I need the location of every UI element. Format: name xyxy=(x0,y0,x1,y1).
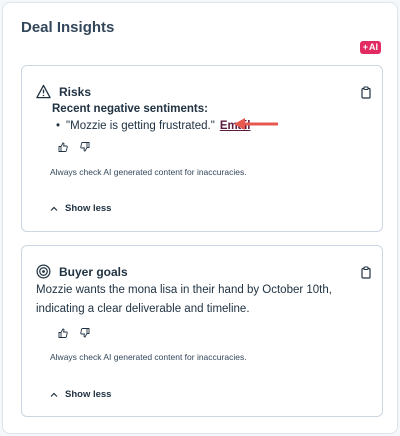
show-less-label: Show less xyxy=(65,389,112,400)
copy-icon[interactable] xyxy=(360,86,372,99)
thumbs-up-icon[interactable] xyxy=(58,142,68,152)
ai-badge[interactable]: +AI xyxy=(359,41,381,54)
sparkle-icon: + xyxy=(362,42,368,52)
risks-subtitle: Recent negative sentiments: xyxy=(52,103,208,115)
ai-disclaimer: Always check AI generated content for in… xyxy=(50,167,247,177)
copy-icon[interactable] xyxy=(360,266,372,279)
feedback-buttons xyxy=(58,328,90,338)
annotation-arrow xyxy=(234,118,278,130)
chevron-up-icon xyxy=(50,206,58,212)
chevron-up-icon xyxy=(50,392,58,398)
sentiment-quote: "Mozzie is getting frustrated." xyxy=(66,120,215,132)
show-less-label: Show less xyxy=(65,203,112,214)
panel-title: Deal Insights xyxy=(21,19,115,36)
show-less-button[interactable]: Show less xyxy=(50,389,111,400)
ai-badge-label: AI xyxy=(369,42,378,52)
feedback-buttons xyxy=(58,142,90,152)
ai-disclaimer: Always check AI generated content for in… xyxy=(50,352,247,362)
goals-header: Buyer goals xyxy=(36,264,128,279)
thumbs-up-icon[interactable] xyxy=(58,328,68,338)
thumbs-down-icon[interactable] xyxy=(80,328,90,338)
goals-title: Buyer goals xyxy=(59,264,128,279)
risks-header: Risks xyxy=(36,84,91,99)
risks-card: Risks Recent negative sentiments: • "Moz… xyxy=(21,65,383,232)
warning-icon xyxy=(36,84,51,99)
risks-title: Risks xyxy=(59,84,92,99)
target-icon xyxy=(36,264,51,279)
thumbs-down-icon[interactable] xyxy=(80,142,90,152)
goals-text: Mozzie wants the mona lisa in their hand… xyxy=(36,284,332,315)
risks-list: • "Mozzie is getting frustrated." Email xyxy=(52,120,251,132)
buyer-goals-card: Buyer goals Mozzie wants the mona lisa i… xyxy=(21,245,383,417)
bullet: • xyxy=(56,120,61,132)
list-item: • "Mozzie is getting frustrated." Email xyxy=(52,120,251,132)
show-less-button[interactable]: Show less xyxy=(50,203,111,214)
deal-insights-panel: Deal Insights +AI Risks Recent negative … xyxy=(2,2,398,434)
